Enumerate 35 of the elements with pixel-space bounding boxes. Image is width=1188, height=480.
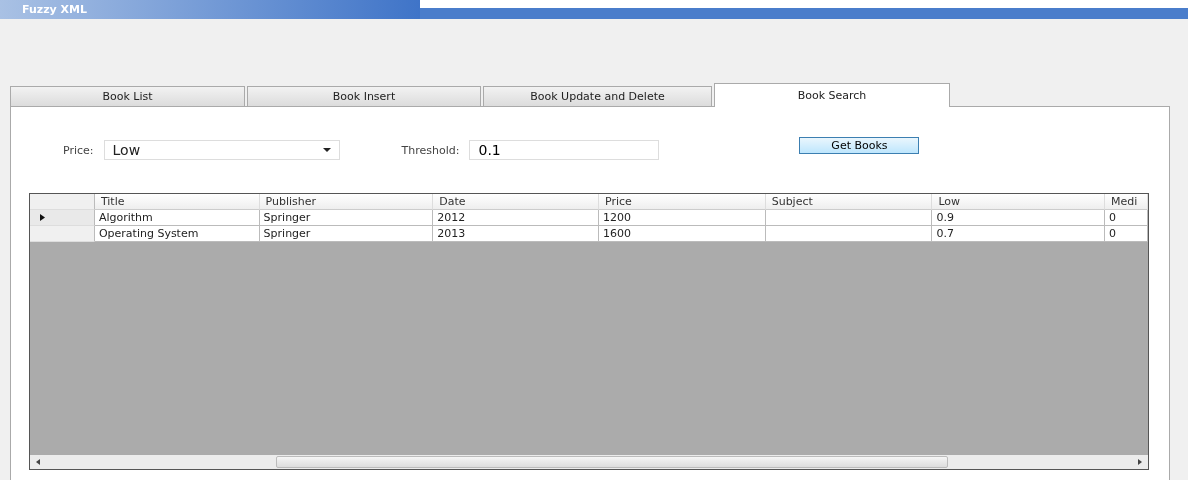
corner-header xyxy=(30,194,95,210)
tab[interactable]: Book Insert xyxy=(247,86,481,106)
table-cell: 2012 xyxy=(433,210,599,226)
column-header[interactable]: Subject xyxy=(765,194,933,210)
table-cell: Springer xyxy=(259,210,434,226)
dropdown-arrow-icon[interactable] xyxy=(322,148,331,152)
column-header[interactable]: Price xyxy=(599,194,766,210)
tab[interactable]: Book Update and Delete xyxy=(483,86,712,106)
scroll-left-icon[interactable] xyxy=(36,459,40,465)
table-cell: 2013 xyxy=(433,226,599,242)
column-header[interactable]: Publisher xyxy=(259,194,434,210)
table-cell: Algorithm xyxy=(94,210,260,226)
column-header[interactable]: Medi xyxy=(1105,194,1148,210)
threshold-field[interactable]: 0.1 xyxy=(469,140,660,160)
price-label: Price: xyxy=(63,143,94,157)
table-cell: 1600 xyxy=(599,226,766,242)
column-header[interactable]: Low xyxy=(932,194,1106,210)
window-title: Fuzzy XML xyxy=(0,0,420,19)
tab[interactable]: Book Search xyxy=(714,83,950,107)
scroll-right-icon[interactable] xyxy=(1138,459,1142,465)
table-cell: 1200 xyxy=(599,210,766,226)
price-dropdown[interactable]: Low xyxy=(103,140,340,160)
table-cell: Operating System xyxy=(94,226,260,242)
horizontal-scrollbar[interactable] xyxy=(30,455,1148,469)
threshold-label: Threshold: xyxy=(401,143,460,157)
table-cell: 0 xyxy=(1105,226,1148,242)
table-cell: 0 xyxy=(1105,210,1148,226)
column-header[interactable]: Title xyxy=(94,194,260,210)
tab[interactable]: Book List xyxy=(10,86,245,106)
table-cell: 0.9 xyxy=(932,210,1106,226)
table-cell: Springer xyxy=(259,226,434,242)
table-cell: 0.7 xyxy=(932,226,1106,242)
column-header[interactable]: Date xyxy=(433,194,599,210)
current-row-icon xyxy=(40,214,45,221)
get-books-button[interactable]: Get Books xyxy=(799,136,920,154)
